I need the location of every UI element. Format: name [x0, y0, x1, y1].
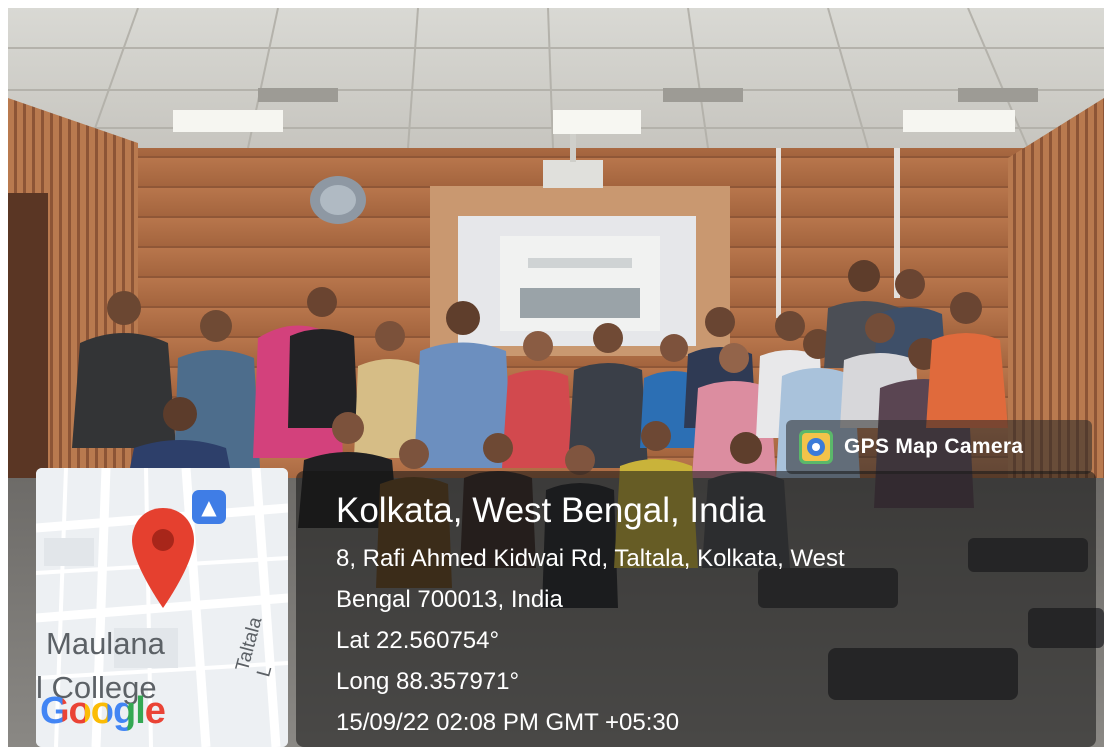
ceiling-vent: [663, 88, 743, 102]
gps-map-camera-tag: GPS Map Camera: [786, 420, 1092, 474]
place-title: Kolkata, West Bengal, India: [336, 491, 766, 530]
map-camera-icon: [799, 430, 833, 464]
map-label-maulana: Maulana: [46, 626, 165, 661]
ceiling-vent: [958, 88, 1038, 102]
projector: [543, 160, 603, 188]
map-thumbnail: ▲ Maulana l College Taltala L Google: [36, 468, 288, 747]
timestamp: 15/09/22 02:08 PM GMT +05:30: [336, 709, 680, 736]
photo-frame: ▲ Maulana l College Taltala L Google GPS…: [8, 8, 1104, 747]
google-logo-text: Google: [40, 690, 166, 732]
longitude: Long 88.357971°: [336, 668, 520, 695]
address-line-1: 8, Rafi Ahmed Kidwai Rd, Taltala, Kolkat…: [336, 545, 845, 572]
ceiling: [8, 8, 1104, 168]
location-info-panel: Kolkata, West Bengal, India 8, Rafi Ahme…: [296, 471, 1096, 747]
poi-icon: ▲: [192, 490, 226, 524]
ceiling-light: [173, 110, 283, 132]
ceiling-light: [903, 110, 1015, 132]
ceiling-light: [553, 110, 641, 134]
latitude: Lat 22.560754°: [336, 627, 500, 654]
location-pin-icon: [132, 508, 194, 608]
ceiling-vent: [258, 88, 338, 102]
left-door: [8, 193, 48, 493]
address-line-2: Bengal 700013, India: [336, 586, 563, 613]
app-name: GPS Map Camera: [844, 435, 1024, 458]
google-logo: Google: [40, 690, 166, 733]
